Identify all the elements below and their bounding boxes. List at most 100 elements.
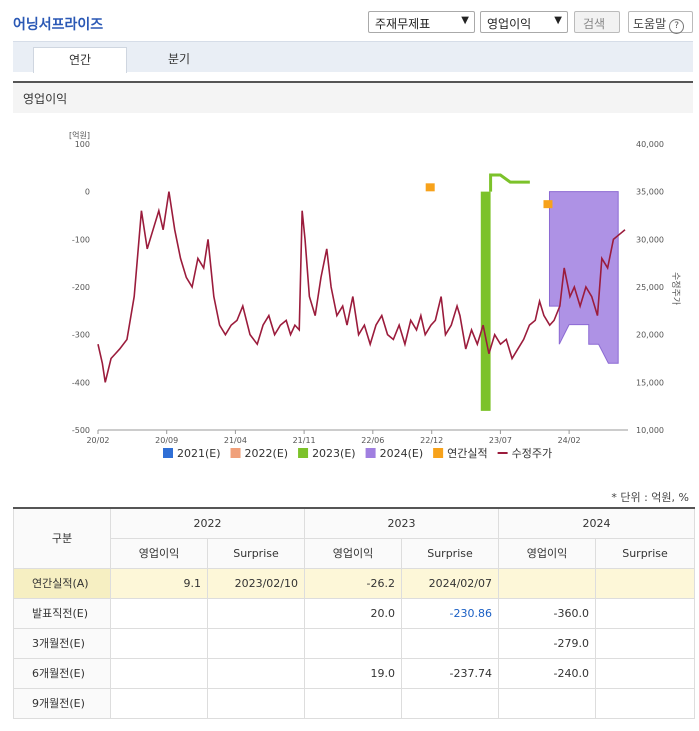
x-tick-label: 22/06 <box>361 436 384 445</box>
table-cell <box>401 627 499 659</box>
y-left-tick-label: -300 <box>72 331 90 340</box>
metric-select-value: 영업이익 <box>487 17 532 31</box>
x-tick-label: 21/04 <box>224 436 247 445</box>
chevron-down-icon: ▼ <box>554 15 562 26</box>
table-cell <box>595 597 695 629</box>
legend-label: 수정주가 <box>512 447 552 460</box>
table-cell <box>110 657 208 689</box>
column-header: 영업이익 <box>498 537 596 569</box>
section-title: 영업이익 <box>13 81 693 113</box>
table-cell <box>595 567 695 599</box>
y-left-tick-label: -400 <box>72 378 90 387</box>
legend-label: 2023(E) <box>312 447 356 460</box>
legend-swatch <box>433 448 444 458</box>
legend-label: 2024(E) <box>380 447 424 460</box>
table-cell <box>207 627 305 659</box>
table-cell <box>498 567 596 599</box>
table-row: 3개월전(E) -279.0 <box>13 627 695 659</box>
actual-marker <box>543 200 553 209</box>
y-left-tick-label: -500 <box>72 426 90 435</box>
price-line <box>97 191 626 383</box>
actual-marker <box>425 183 435 192</box>
help-button[interactable]: 도움말? <box>628 11 693 34</box>
y-left-unit: [억원] <box>69 130 90 140</box>
table-cell <box>401 687 499 719</box>
column-header: Surprise <box>207 537 305 569</box>
table-cell <box>595 687 695 719</box>
table-row: 연간실적(A) 9.1 2023/02/10 -26.2 2024/02/07 <box>13 567 695 599</box>
help-label: 도움말 <box>633 17 667 31</box>
table-cell: 2024/02/07 <box>401 567 499 599</box>
table-cell: 20.0 <box>304 597 402 629</box>
metric-select[interactable]: 영업이익 ▼ <box>480 11 568 33</box>
tab-annual[interactable]: 연간 <box>33 47 127 73</box>
year-header: 2022 <box>110 507 305 539</box>
period-tabs: 연간 분기 <box>13 41 693 73</box>
series-2024e-area <box>548 191 619 364</box>
legend-swatch <box>365 448 376 458</box>
table-cell: 19.0 <box>304 657 402 689</box>
table-cell <box>207 687 305 719</box>
table-cell: 2023/02/10 <box>207 567 305 599</box>
y-right-axis-label: 수정주가 <box>670 272 681 305</box>
table-cell: 9.1 <box>110 567 208 599</box>
table-row: 6개월전(E) 19.0 -237.74 -240.0 <box>13 657 695 689</box>
search-button[interactable]: 검색 <box>574 11 620 33</box>
y-right-tick-label: 15,000 <box>636 378 664 387</box>
legend-swatch <box>230 448 241 458</box>
y-right-tick-label: 35,000 <box>636 188 664 197</box>
table-cell <box>595 627 695 659</box>
table-cell: -26.2 <box>304 567 402 599</box>
legend-swatch <box>298 448 309 458</box>
row-label: 연간실적(A) <box>13 567 111 599</box>
year-header: 2024 <box>498 507 695 539</box>
table-cell: -230.86 <box>401 597 499 629</box>
financial-statement-select[interactable]: 주재무제표 ▼ <box>368 11 475 33</box>
row-label: 6개월전(E) <box>13 657 111 689</box>
y-right-tick-label: 10,000 <box>636 426 664 435</box>
earnings-chart: 100 0 -100 -200 -300 -400 -500 [억원] 40,000 35,000… <box>69 130 681 460</box>
table-corner: 구분 <box>13 507 111 569</box>
page-title: 어닝서프라이즈 <box>13 17 104 33</box>
x-tick-label: 23/07 <box>489 436 512 445</box>
table-cell <box>304 627 402 659</box>
column-header: Surprise <box>401 537 499 569</box>
column-header: 영업이익 <box>304 537 402 569</box>
column-header: 영업이익 <box>110 537 208 569</box>
tab-quarterly[interactable]: 분기 <box>133 47 225 72</box>
series-2023e-area <box>480 191 491 411</box>
y-right-tick-label: 25,000 <box>636 283 664 292</box>
legend-label: 2021(E) <box>177 447 221 460</box>
x-tick-label: 22/12 <box>420 436 443 445</box>
table-cell: -279.0 <box>498 627 596 659</box>
table-cell <box>110 687 208 719</box>
x-tick-label: 21/11 <box>293 436 316 445</box>
table-row: 9개월전(E) <box>13 687 695 719</box>
y-left-tick-label: 100 <box>75 140 90 149</box>
row-label: 3개월전(E) <box>13 627 111 659</box>
x-tick-label: 20/02 <box>86 436 109 445</box>
financial-statement-select-value: 주재무제표 <box>375 17 431 31</box>
table-row: 발표직전(E) 20.0 -230.86 -360.0 <box>13 597 695 629</box>
table-cell <box>304 687 402 719</box>
year-header: 2023 <box>304 507 499 539</box>
table-cell <box>498 687 596 719</box>
help-icon: ? <box>669 19 685 34</box>
legend-label: 연간실적 <box>447 447 487 460</box>
table-cell <box>207 597 305 629</box>
y-right-tick-label: 20,000 <box>636 331 664 340</box>
chevron-down-icon: ▼ <box>461 15 469 26</box>
table-cell: -360.0 <box>498 597 596 629</box>
table-cell <box>207 657 305 689</box>
y-left-tick-label: 0 <box>85 188 90 197</box>
legend-label: 2022(E) <box>245 447 289 460</box>
column-header: Surprise <box>595 537 695 569</box>
table-cell <box>110 597 208 629</box>
earnings-table: 구분 2022 2023 2024 영업이익 Surprise 영업이익 Sur… <box>13 507 695 719</box>
table-cell: -240.0 <box>498 657 596 689</box>
y-right-tick-label: 40,000 <box>636 140 664 149</box>
y-right-tick-label: 30,000 <box>636 235 664 244</box>
table-cell: -237.74 <box>401 657 499 689</box>
x-tick-label: 24/02 <box>558 436 581 445</box>
row-label: 발표직전(E) <box>13 597 111 629</box>
